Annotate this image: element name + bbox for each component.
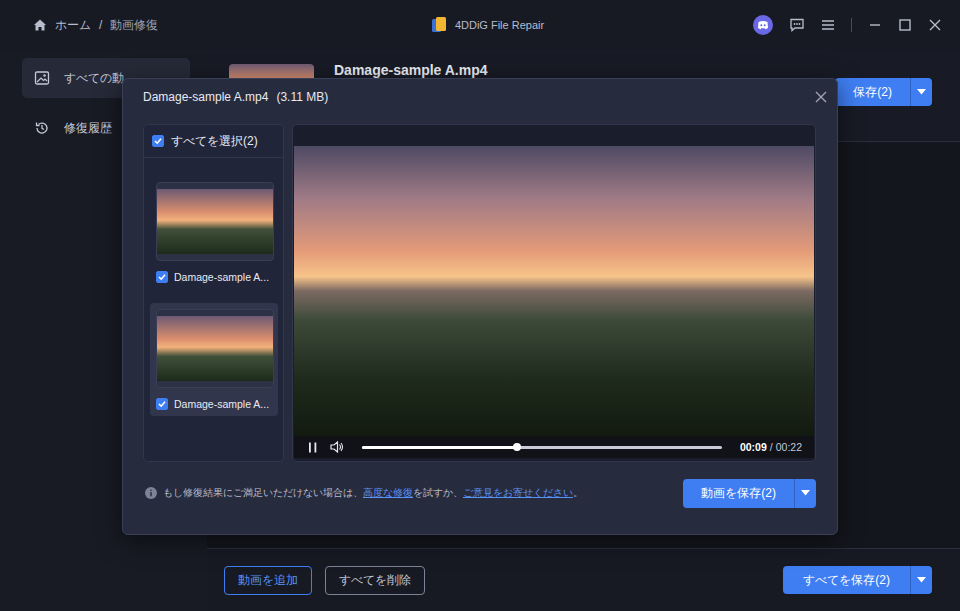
player-controls: 00:09 / 00:22 xyxy=(294,436,814,458)
video-frame xyxy=(294,146,814,436)
sidebar-item-label: 修復履歴 xyxy=(64,120,112,137)
close-icon[interactable] xyxy=(815,91,827,103)
feedback-icon[interactable] xyxy=(789,17,805,33)
select-all-checkbox[interactable]: すべてを選択(2) xyxy=(144,125,283,158)
repair-notice: もし修復結果にご満足いただけない場合は、高度な修復を試すか、ご意見をお寄せくださ… xyxy=(163,486,583,500)
history-icon xyxy=(34,120,50,136)
progress-fill xyxy=(362,446,517,449)
caret-down-icon xyxy=(801,490,810,496)
minimize-icon[interactable] xyxy=(868,18,882,32)
file-list: すべてを選択(2) Damage-sample A... Damage-samp… xyxy=(143,124,284,462)
window-controls xyxy=(544,15,942,35)
close-icon[interactable] xyxy=(928,18,942,32)
notice-link[interactable]: 高度な修復 xyxy=(363,487,413,498)
delete-all-button[interactable]: すべてを削除 xyxy=(325,566,425,595)
menu-icon[interactable] xyxy=(821,18,835,32)
dialog-footer: もし修復結果にご満足いただけない場合は、高度な修復を試すか、ご意見をお寄せくださ… xyxy=(123,462,837,534)
elapsed-time: 00:09 xyxy=(740,441,767,453)
title-bar-divider xyxy=(851,18,852,32)
file-cards: Damage-sample A... Damage-sample A... xyxy=(144,158,283,416)
discord-icon[interactable] xyxy=(753,15,773,35)
file-card-row: Damage-sample A... xyxy=(156,398,274,410)
app-title: 4DDiG File Repair xyxy=(455,19,544,31)
bottom-bar: 動画を追加 すべてを削除 すべてを保存(2) xyxy=(207,548,960,611)
title-bar: ホーム / 動画修復 4DDiG File Repair xyxy=(0,0,960,50)
pause-icon[interactable] xyxy=(308,442,318,453)
video-thumbnail xyxy=(157,316,273,381)
checkbox[interactable] xyxy=(156,398,168,410)
caret-down-icon xyxy=(917,89,926,95)
save-video-group: 動画を保存(2) xyxy=(683,479,816,508)
duration: 00:22 xyxy=(776,441,802,453)
breadcrumb-item[interactable]: 動画修復 xyxy=(110,17,158,34)
video-player: 00:09 / 00:22 xyxy=(292,124,816,462)
info-icon xyxy=(145,487,157,499)
thumbnail-frame xyxy=(156,182,274,261)
video-thumbnail xyxy=(157,189,273,254)
check-icon xyxy=(153,136,163,146)
progress-bar[interactable] xyxy=(362,446,722,449)
file-card-name: Damage-sample A... xyxy=(174,398,269,410)
progress-handle[interactable] xyxy=(513,443,521,451)
save-button[interactable]: 保存(2) xyxy=(835,78,910,106)
preview-dialog: Damage-sample A.mp4 (3.11 MB) すべてを選択(2) … xyxy=(122,78,838,535)
notice-link[interactable]: ご意見をお寄せください xyxy=(463,487,573,498)
file-card-name: Damage-sample A... xyxy=(174,271,269,283)
checkbox[interactable] xyxy=(156,271,168,283)
save-dropdown-button[interactable] xyxy=(910,78,932,106)
maximize-icon[interactable] xyxy=(898,18,912,32)
check-icon xyxy=(157,399,167,409)
time-display: 00:09 / 00:22 xyxy=(740,441,802,453)
save-all-group: すべてを保存(2) xyxy=(783,566,932,594)
notice-text: を試すか、 xyxy=(413,487,463,498)
notice-text: もし修復結果にご満足いただけない場合は、 xyxy=(163,487,363,498)
app-brand: 4DDiG File Repair xyxy=(431,16,544,34)
home-icon[interactable] xyxy=(33,18,47,32)
file-card[interactable]: Damage-sample A... xyxy=(150,176,278,289)
app-logo-icon xyxy=(431,16,447,34)
volume-icon[interactable] xyxy=(330,441,344,453)
select-all-label: すべてを選択(2) xyxy=(171,133,258,150)
add-video-button[interactable]: 動画を追加 xyxy=(224,566,312,595)
checkbox[interactable] xyxy=(152,135,164,147)
notice-text: 。 xyxy=(573,487,583,498)
file-size: (3.11 MB) xyxy=(276,90,328,104)
check-icon xyxy=(157,272,167,282)
thumbnail-frame xyxy=(156,309,274,388)
file-card-row: Damage-sample A... xyxy=(156,271,274,283)
breadcrumb-item[interactable]: ホーム xyxy=(55,17,91,34)
save-button-group: 保存(2) xyxy=(835,78,932,106)
file-name: Damage-sample A.mp4 xyxy=(334,62,488,78)
file-card[interactable]: Damage-sample A... xyxy=(150,303,278,416)
app-window: ホーム / 動画修復 4DDiG File Repair すべての動 修復履歴 Da… xyxy=(0,0,960,611)
sidebar-item-label: すべての動 xyxy=(64,70,124,87)
save-video-button[interactable]: 動画を保存(2) xyxy=(683,479,794,508)
dialog-body: すべてを選択(2) Damage-sample A... Damage-samp… xyxy=(123,119,837,462)
save-all-button[interactable]: すべてを保存(2) xyxy=(783,566,910,594)
breadcrumb: ホーム / 動画修復 xyxy=(33,17,431,34)
dialog-header: Damage-sample A.mp4 (3.11 MB) xyxy=(123,79,837,119)
save-video-dropdown-button[interactable] xyxy=(794,479,816,508)
caret-down-icon xyxy=(917,577,926,583)
save-all-dropdown-button[interactable] xyxy=(910,566,932,594)
time-separator: / xyxy=(770,441,773,453)
image-icon xyxy=(34,70,50,86)
breadcrumb-item[interactable]: / xyxy=(99,18,102,32)
dialog-title: Damage-sample A.mp4 xyxy=(143,90,268,104)
